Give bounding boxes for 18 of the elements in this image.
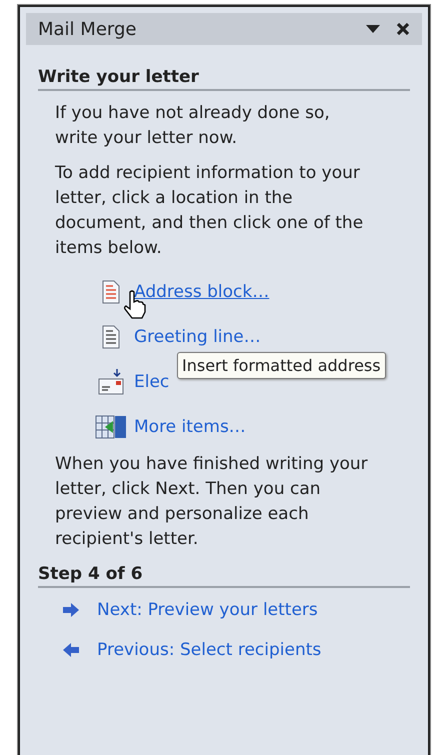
insert-link[interactable]: Elec [134,372,170,392]
insert-link[interactable]: Address block… [134,282,270,302]
left-arrow-icon [62,643,80,657]
step-link[interactable]: Next: Preview your letters [97,600,318,620]
step-link[interactable]: Previous: Select recipients [97,640,322,660]
instruction-text: If you have not already done so, write your letter now. [55,102,331,150]
right-arrow-icon [62,603,80,617]
insert-link[interactable]: Greeting line… [134,326,261,346]
dropdown-icon[interactable] [366,24,380,34]
tooltip: Insert formatted address [177,352,386,379]
window-title: Mail Merge [38,18,138,40]
table-icon [95,414,127,438]
section-heading: Write your letter [38,67,410,91]
instruction-text: To add recipient information to your letter, click a location in the document, and then click one of the items below. [55,162,364,260]
section-heading: Step 4 of 6 [38,564,410,588]
insert-link[interactable]: More items… [134,416,246,436]
close-icon[interactable] [396,22,410,36]
instruction-text: When you have finished writing your letter, click Next. Then you can preview and personalize each recipient's letter. [55,453,369,551]
